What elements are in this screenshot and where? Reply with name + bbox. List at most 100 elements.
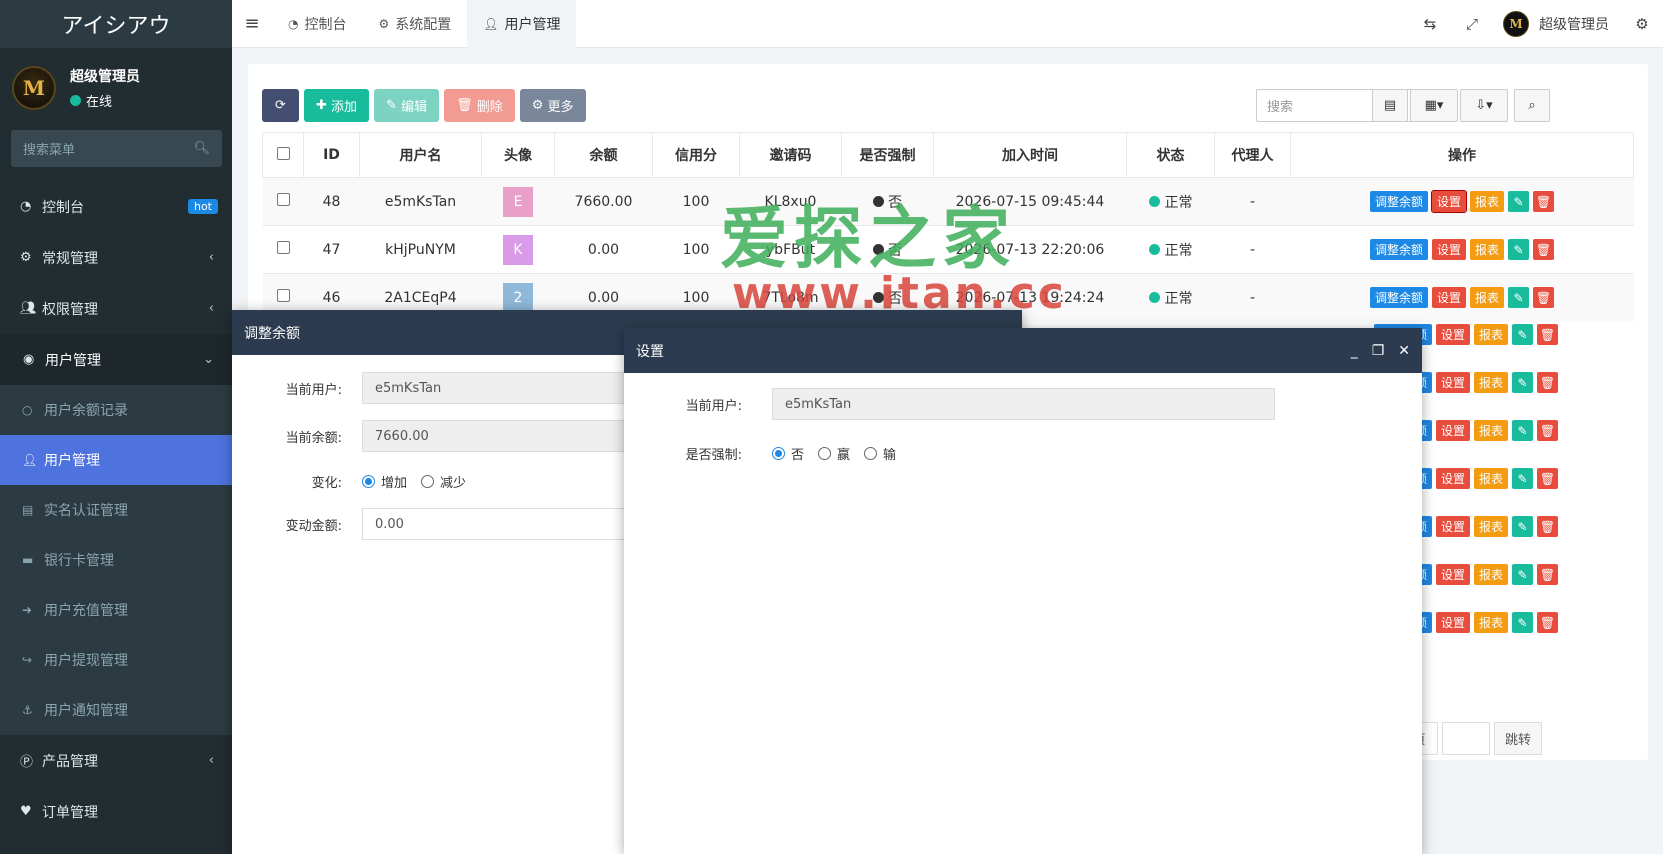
col-balance[interactable]: 余额 [554, 132, 653, 178]
edit-pencil-icon[interactable]: ✎ [1512, 420, 1533, 441]
sidebar-item-realname[interactable]: ▤ 实名认证管理 [0, 485, 232, 535]
row-checkbox[interactable] [276, 193, 290, 206]
trash-icon[interactable]: 🗑︎ [1537, 420, 1558, 441]
settings-cogs-icon[interactable]: ⚙ [1621, 15, 1663, 33]
jump-page-input[interactable] [1442, 722, 1490, 755]
add-button[interactable]: ✚ 添加 [304, 89, 370, 122]
sidebar-item-general[interactable]: ⚙ 常规管理 ‹ [0, 232, 232, 283]
sidebar-item-notice[interactable]: ⚓︎ 用户通知管理 [0, 685, 232, 735]
report-button[interactable]: 报表 [1473, 420, 1508, 441]
report-button[interactable]: 报表 [1473, 468, 1508, 489]
report-button[interactable]: 报表 [1473, 516, 1508, 537]
trash-icon[interactable]: 🗑︎ [1533, 287, 1555, 309]
sidebar-item-withdraw[interactable]: ↪ 用户提现管理 [0, 635, 232, 685]
close-icon[interactable]: ✕ [1398, 343, 1410, 359]
sidebar-item-users[interactable]: 👤︎ 用户管理 [0, 435, 232, 485]
dialog-header[interactable]: 设置 _ ❐ ✕ [624, 328, 1422, 373]
trash-icon[interactable]: 🗑︎ [1533, 239, 1555, 260]
col-invite: 邀请码 [739, 132, 842, 178]
sidebar-item-orders[interactable]: ♥ 订单管理 [0, 786, 232, 837]
trash-icon[interactable]: 🗑︎ [1537, 372, 1558, 393]
tab-dashboard[interactable]: ◔ 控制台 [272, 0, 362, 48]
sidebar-item-user-management[interactable]: ◉ 用户管理 ⌄ [0, 334, 232, 385]
report-button[interactable]: 报表 [1473, 324, 1508, 345]
search-button[interactable]: ⌕ [1514, 89, 1550, 122]
search-icon[interactable]: 🔍︎ [193, 141, 210, 156]
radio-forced-lose[interactable]: 输 [864, 444, 896, 463]
col-username[interactable]: 用户名 [359, 132, 482, 178]
trash-icon[interactable]: 🗑︎ [1537, 324, 1558, 345]
tab-user-management[interactable]: 👤︎ 用户管理 [467, 0, 577, 48]
settings-button[interactable]: 设置 [1435, 564, 1470, 585]
edit-pencil-icon[interactable]: ✎ [1508, 287, 1530, 309]
export-icon: ⇩▾ [1475, 98, 1493, 113]
toggle-view-button[interactable]: ▤ [1372, 89, 1408, 122]
edit-pencil-icon[interactable]: ✎ [1508, 191, 1530, 212]
admin-user-menu[interactable]: M 超级管理员 [1503, 11, 1609, 37]
radio-decrease[interactable]: 减少 [421, 472, 466, 491]
refresh-button[interactable]: ⟳ [262, 89, 299, 122]
adjust-balance-button[interactable]: 调整余额 [1369, 287, 1428, 309]
trash-icon[interactable]: 🗑︎ [1537, 516, 1558, 537]
radio-forced-no[interactable]: 否 [772, 444, 804, 463]
col-joined[interactable]: 加入时间 [933, 132, 1127, 178]
edit-pencil-icon[interactable]: ✎ [1512, 468, 1533, 489]
translate-icon[interactable]: ⇆ [1409, 15, 1451, 33]
sign-out-icon: ↪ [22, 653, 33, 667]
col-credit[interactable]: 信用分 [652, 132, 740, 178]
sidebar-item-dashboard[interactable]: ◔ 控制台 hot [0, 181, 232, 232]
settings-button[interactable]: 设置 [1431, 239, 1466, 260]
settings-button[interactable]: 设置 [1431, 287, 1466, 309]
settings-button[interactable]: 设置 [1435, 612, 1470, 633]
settings-button[interactable]: 设置 [1435, 468, 1470, 489]
trash-icon[interactable]: 🗑︎ [1537, 612, 1558, 633]
more-button[interactable]: ⚙ 更多 [519, 89, 586, 122]
edit-pencil-icon[interactable]: ✎ [1512, 564, 1533, 585]
col-id[interactable]: ID [303, 132, 360, 178]
settings-button[interactable]: 设置 [1435, 324, 1470, 345]
select-all-checkbox[interactable] [262, 132, 304, 178]
cell-username: kHjPuNYM [359, 225, 482, 274]
trash-icon[interactable]: 🗑︎ [1533, 191, 1555, 212]
report-button[interactable]: 报表 [1470, 191, 1505, 212]
report-button[interactable]: 报表 [1470, 239, 1505, 260]
brand-title[interactable]: アイシアウ [0, 0, 232, 48]
settings-button[interactable]: 设置 [1430, 190, 1468, 213]
export-button[interactable]: ⇩▾ [1460, 89, 1508, 122]
row-checkbox[interactable] [276, 241, 290, 254]
columns-button[interactable]: ▦▾ [1410, 89, 1458, 122]
sidebar-item-recharge[interactable]: ➜ 用户充值管理 [0, 585, 232, 635]
radio-increase[interactable]: 增加 [362, 472, 407, 491]
report-button[interactable]: 报表 [1473, 564, 1508, 585]
settings-button[interactable]: 设置 [1435, 420, 1470, 441]
sidebar-item-products[interactable]: Ⓟ 产品管理 ‹ [0, 735, 232, 786]
jump-button[interactable]: 跳转 [1494, 722, 1542, 755]
menu-search-input[interactable]: 搜索菜单 🔍︎ [11, 130, 222, 167]
edit-pencil-icon[interactable]: ✎ [1508, 239, 1530, 260]
sidebar-item-permission[interactable]: 👥︎ 权限管理 ‹ [0, 283, 232, 334]
fullscreen-icon[interactable]: ⤢ [1451, 15, 1493, 33]
menu-toggle-icon[interactable]: ≡ [232, 13, 272, 34]
edit-pencil-icon[interactable]: ✎ [1512, 612, 1533, 633]
report-button[interactable]: 报表 [1473, 612, 1508, 633]
adjust-balance-button[interactable]: 调整余额 [1369, 191, 1428, 212]
tab-system-config[interactable]: ⚙ 系统配置 [362, 0, 467, 48]
delete-button[interactable]: 🗑︎ 删除 [444, 89, 515, 122]
report-button[interactable]: 报表 [1473, 372, 1508, 393]
edit-pencil-icon[interactable]: ✎ [1512, 516, 1533, 537]
settings-button[interactable]: 设置 [1435, 372, 1470, 393]
trash-icon[interactable]: 🗑︎ [1537, 564, 1558, 585]
row-checkbox[interactable] [276, 289, 290, 303]
maximize-icon[interactable]: ❐ [1372, 343, 1385, 359]
adjust-balance-button[interactable]: 调整余额 [1369, 239, 1428, 260]
edit-pencil-icon[interactable]: ✎ [1512, 372, 1533, 393]
radio-forced-win[interactable]: 赢 [818, 444, 850, 463]
minimize-icon[interactable]: _ [1351, 343, 1358, 359]
settings-button[interactable]: 设置 [1435, 516, 1470, 537]
trash-icon[interactable]: 🗑︎ [1537, 468, 1558, 489]
sidebar-item-bankcard[interactable]: ▬ 银行卡管理 [0, 535, 232, 585]
report-button[interactable]: 报表 [1470, 287, 1505, 309]
edit-button[interactable]: ✎ 编辑 [374, 89, 440, 122]
sidebar-item-balance-log[interactable]: ○ 用户余额记录 [0, 385, 232, 435]
edit-pencil-icon[interactable]: ✎ [1512, 324, 1533, 345]
